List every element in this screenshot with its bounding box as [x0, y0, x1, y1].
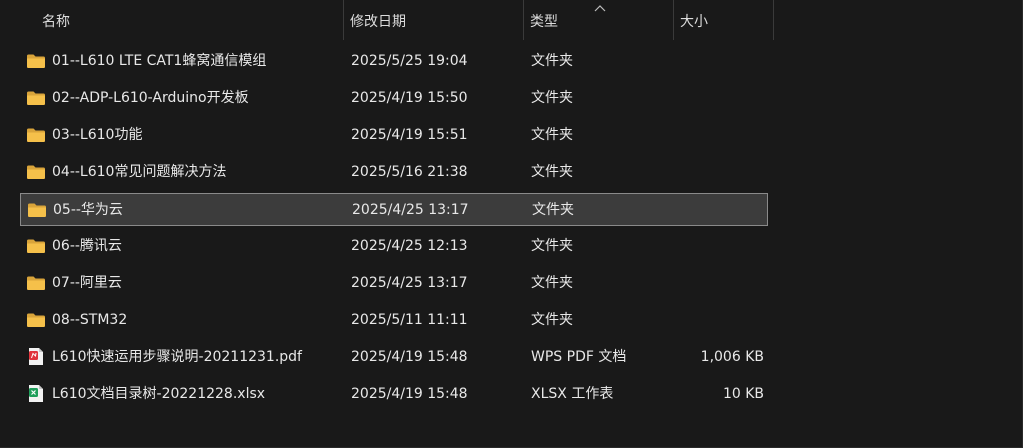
file-row[interactable]: 04--L610常见问题解决方法 2025/5/16 21:38 文件夹 — [20, 156, 768, 189]
file-modified-date: 2025/4/19 15:51 — [351, 127, 468, 143]
file-name: L610快速运用步骤说明-20211231.pdf — [52, 349, 302, 365]
column-header-size[interactable]: 大小 — [674, 0, 774, 40]
file-modified-date: 2025/5/11 11:11 — [351, 312, 468, 328]
file-size: 1,006 KB — [700, 349, 764, 365]
file-row[interactable]: 03--L610功能 2025/4/19 15:51 文件夹 — [20, 119, 768, 152]
file-modified-date: 2025/4/25 13:17 — [352, 202, 469, 218]
file-name: 03--L610功能 — [52, 127, 143, 143]
file-type: 文件夹 — [531, 127, 573, 143]
file-name: 01--L610 LTE CAT1蜂窝通信模组 — [52, 53, 267, 69]
file-modified-date: 2025/5/25 19:04 — [351, 53, 468, 69]
file-row[interactable]: 07--阿里云 2025/4/25 13:17 文件夹 — [20, 267, 768, 300]
file-type: 文件夹 — [531, 164, 573, 180]
folder-icon — [26, 230, 48, 263]
file-row[interactable]: 06--腾讯云 2025/4/25 12:13 文件夹 — [20, 230, 768, 263]
folder-icon — [26, 267, 48, 300]
file-modified-date: 2025/4/25 12:13 — [351, 238, 468, 254]
folder-icon — [26, 119, 48, 152]
folder-icon — [26, 45, 48, 78]
sort-ascending-icon — [594, 5, 606, 12]
file-name: 02--ADP-L610-Arduino开发板 — [52, 90, 249, 106]
file-row[interactable]: 08--STM32 2025/5/11 11:11 文件夹 — [20, 304, 768, 337]
file-row[interactable]: L610快速运用步骤说明-20211231.pdf 2025/4/19 15:48… — [20, 341, 768, 374]
file-row[interactable]: 05--华为云 2025/4/25 13:17 文件夹 — [20, 193, 768, 226]
folder-icon — [27, 194, 49, 227]
file-modified-date: 2025/4/19 15:48 — [351, 349, 468, 365]
file-name: 05--华为云 — [53, 202, 123, 218]
folder-icon — [26, 156, 48, 189]
column-header-bar: 名称 修改日期 类型 大小 — [0, 0, 1023, 40]
file-modified-date: 2025/4/19 15:50 — [351, 90, 468, 106]
folder-icon — [26, 304, 48, 337]
file-name: L610文档目录树-20221228.xlsx — [52, 386, 266, 402]
file-type: XLSX 工作表 — [531, 386, 614, 402]
file-name: 08--STM32 — [52, 312, 128, 328]
file-name: 07--阿里云 — [52, 275, 122, 291]
folder-icon — [26, 82, 48, 115]
column-header-name[interactable]: 名称 — [36, 0, 344, 40]
file-type: WPS PDF 文档 — [531, 349, 627, 365]
file-name: 04--L610常见问题解决方法 — [52, 164, 227, 180]
file-modified-date: 2025/4/19 15:48 — [351, 386, 468, 402]
file-type: 文件夹 — [531, 90, 573, 106]
file-size: 10 KB — [722, 386, 764, 402]
column-header-date[interactable]: 修改日期 — [344, 0, 524, 40]
file-modified-date: 2025/5/16 21:38 — [351, 164, 468, 180]
pdf-icon — [26, 341, 48, 374]
file-type: 文件夹 — [531, 53, 573, 69]
file-modified-date: 2025/4/25 13:17 — [351, 275, 468, 291]
file-type: 文件夹 — [532, 202, 574, 218]
file-type: 文件夹 — [531, 275, 573, 291]
file-row[interactable]: L610文档目录树-20221228.xlsx 2025/4/19 15:48 XL… — [20, 378, 768, 411]
file-type: 文件夹 — [531, 238, 573, 254]
xlsx-icon — [26, 378, 48, 411]
file-type: 文件夹 — [531, 312, 573, 328]
file-row[interactable]: 02--ADP-L610-Arduino开发板 2025/4/19 15:50 文件… — [20, 82, 768, 115]
file-name: 06--腾讯云 — [52, 238, 122, 254]
file-row[interactable]: 01--L610 LTE CAT1蜂窝通信模组 2025/5/25 19:04 文件… — [20, 45, 768, 78]
